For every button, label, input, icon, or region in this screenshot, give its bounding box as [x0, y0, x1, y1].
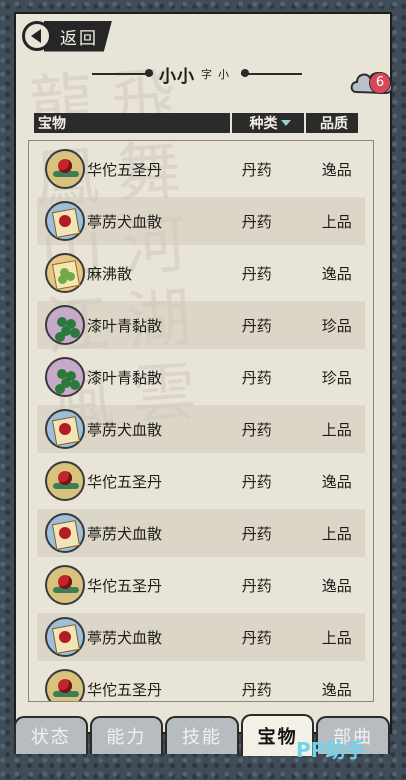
column-header-name: 宝物 [34, 113, 230, 133]
table-row[interactable]: 漆叶青黏散 丹药 珍品 [37, 301, 365, 349]
item-kind: 丹药 [241, 680, 272, 699]
item-kind: 丹药 [241, 368, 272, 387]
back-arrow-icon [22, 21, 52, 51]
green-beads-icon [45, 305, 85, 345]
item-kind: 丹药 [241, 628, 272, 647]
item-name: 华佗五圣丹 [87, 472, 163, 491]
tab-status[interactable]: 状态 [14, 716, 88, 754]
column-header-kind[interactable]: 种类 [232, 113, 304, 133]
item-grade: 逸品 [321, 680, 352, 699]
red-scroll-icon [45, 409, 85, 449]
sort-arrow-icon [280, 120, 291, 126]
item-name: 华佗五圣丹 [87, 160, 163, 179]
item-kind: 丹药 [241, 212, 272, 231]
item-grade: 上品 [321, 212, 352, 231]
table-row[interactable]: 华佗五圣丹 丹药 逸品 [37, 145, 365, 193]
title-sub: 字小 [201, 68, 235, 81]
page-title: 小小 字小 [92, 62, 302, 87]
tab-skills[interactable]: 技能 [165, 716, 239, 754]
watermark: PP助手 [296, 738, 366, 762]
red-pill-icon [45, 461, 85, 501]
item-name: 华佗五圣丹 [87, 680, 163, 699]
red-scroll-icon [45, 513, 85, 553]
item-kind: 丹药 [241, 524, 272, 543]
table-row[interactable]: 葶苈犬血散 丹药 上品 [37, 197, 365, 245]
table-row[interactable]: 漆叶青黏散 丹药 珍品 [37, 353, 365, 401]
back-button[interactable]: 返回 [22, 20, 132, 52]
table-row[interactable]: 葶苈犬血散 丹药 上品 [37, 509, 365, 557]
red-pill-icon [45, 669, 85, 701]
table-row[interactable]: 葶苈犬血散 丹药 上品 [37, 613, 365, 661]
item-name: 漆叶青黏散 [87, 368, 163, 387]
item-grade: 珍品 [321, 316, 352, 335]
item-grade: 逸品 [321, 264, 352, 283]
red-pill-icon [45, 149, 85, 189]
item-name: 华佗五圣丹 [87, 576, 163, 595]
table-row[interactable]: 华佗五圣丹 丹药 逸品 [37, 561, 365, 609]
column-header-grade[interactable]: 品质 [306, 113, 358, 133]
table-row[interactable]: 麻沸散 丹药 逸品 [37, 249, 365, 297]
cloud-badge[interactable]: 6 [350, 66, 394, 100]
tab-ability[interactable]: 能力 [89, 716, 164, 754]
green-scroll-icon [45, 253, 85, 293]
item-grade: 上品 [321, 524, 352, 543]
item-kind: 丹药 [241, 160, 272, 179]
item-name: 葶苈犬血散 [87, 628, 163, 647]
item-name: 麻沸散 [87, 264, 133, 283]
item-kind: 丹药 [241, 576, 272, 595]
title-ornament-left [92, 69, 153, 77]
red-pill-icon [45, 565, 85, 605]
item-grade: 逸品 [321, 576, 352, 595]
item-name: 葶苈犬血散 [87, 212, 163, 231]
item-kind: 丹药 [241, 420, 272, 439]
table-header: 宝物 种类 品质 [34, 113, 358, 133]
item-kind: 丹药 [241, 264, 272, 283]
item-kind: 丹药 [241, 472, 272, 491]
title-ornament-right [241, 69, 302, 77]
item-name: 葶苈犬血散 [87, 524, 163, 543]
item-list[interactable]: 华佗五圣丹 丹药 逸品 葶苈犬血散 丹药 上品 麻沸散 丹药 逸品 漆叶青黏散 丹药 珍品 漆叶… [28, 140, 374, 702]
item-grade: 逸品 [321, 472, 352, 491]
item-kind: 丹药 [241, 316, 272, 335]
item-grade: 逸品 [321, 160, 352, 179]
count-badge: 6 [369, 72, 391, 94]
back-label: 返回 [44, 20, 112, 52]
red-scroll-icon [45, 201, 85, 241]
item-name: 漆叶青黏散 [87, 316, 163, 335]
title-main: 小小 [159, 66, 195, 87]
green-beads-icon [45, 357, 85, 397]
red-scroll-icon [45, 617, 85, 657]
table-row[interactable]: 华佗五圣丹 丹药 逸品 [37, 457, 365, 505]
item-grade: 上品 [321, 628, 352, 647]
table-row[interactable]: 葶苈犬血散 丹药 上品 [37, 405, 365, 453]
table-row[interactable]: 华佗五圣丹 丹药 逸品 [37, 665, 365, 701]
item-grade: 珍品 [321, 368, 352, 387]
item-name: 葶苈犬血散 [87, 420, 163, 439]
item-grade: 上品 [321, 420, 352, 439]
